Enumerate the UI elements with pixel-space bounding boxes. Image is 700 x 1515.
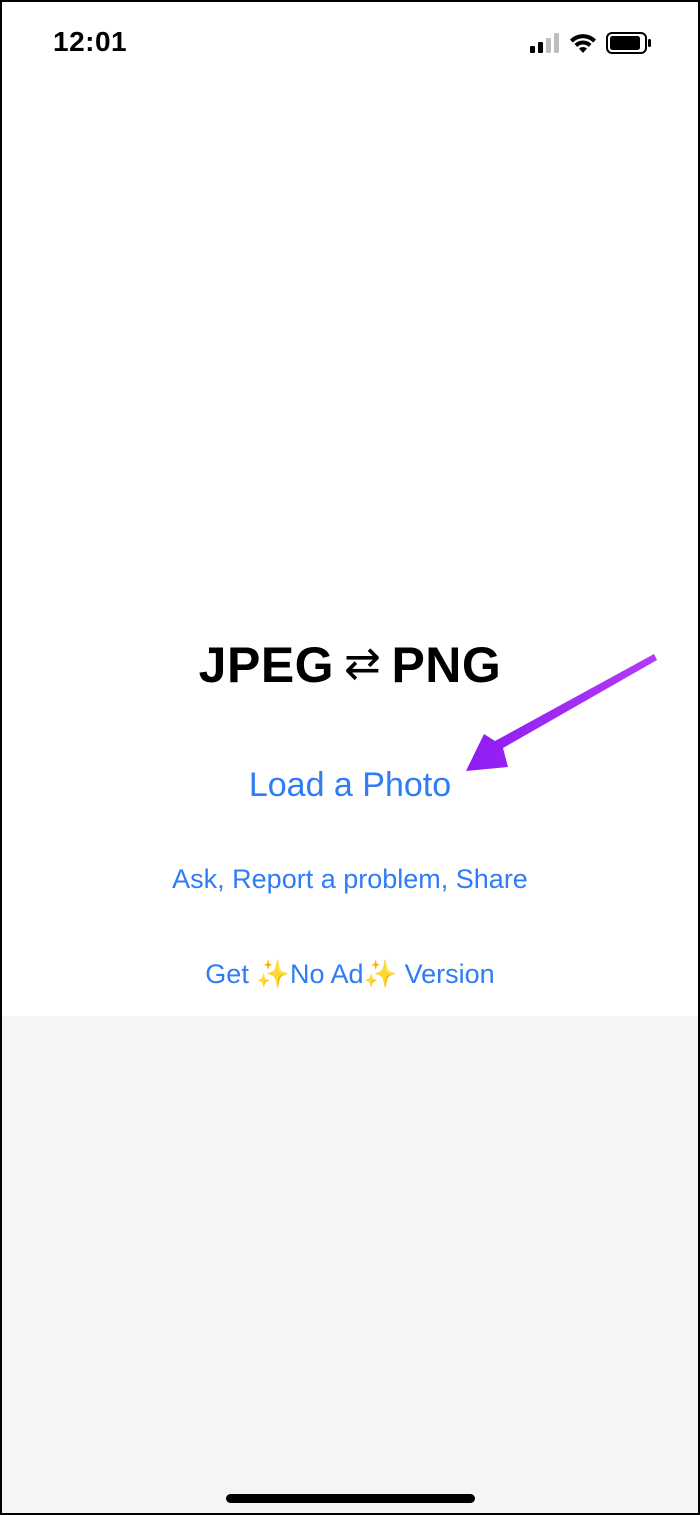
load-photo-button[interactable]: Load a Photo <box>0 766 700 805</box>
title-png: PNG <box>391 637 502 693</box>
status-time: 12:01 <box>53 26 128 57</box>
swap-arrows-icon: ⇄ <box>344 638 382 689</box>
ad-banner-area <box>0 1016 700 1515</box>
noad-middle: No Ad <box>289 959 364 989</box>
page-title: JPEG ⇄ PNG <box>0 636 700 694</box>
sparkles-icon: ✨ <box>363 959 398 990</box>
status-bar: 12:01 <box>0 0 700 86</box>
sparkles-icon: ✨ <box>256 959 290 990</box>
home-indicator <box>226 1494 475 1503</box>
noad-prefix: Get <box>205 959 257 989</box>
main-content: JPEG ⇄ PNG Load a Photo Ask, Report a prob… <box>0 86 700 1016</box>
title-jpeg: JPEG <box>198 637 335 693</box>
get-no-ad-version-link[interactable]: Get ✨No Ad✨ Version <box>0 958 700 990</box>
battery-icon <box>606 32 651 54</box>
noad-suffix: Version <box>397 959 495 989</box>
cellular-signal-icon <box>530 33 559 53</box>
status-icons <box>530 32 652 54</box>
ask-report-share-link[interactable]: Ask, Report a problem, Share <box>0 864 700 895</box>
wifi-icon <box>570 34 596 53</box>
